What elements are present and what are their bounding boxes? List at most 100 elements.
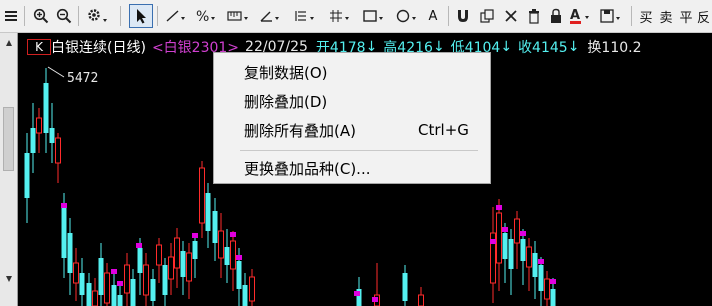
toolbar-separator (631, 6, 632, 26)
candle-body (30, 128, 36, 153)
candle-body (156, 244, 162, 266)
buy-button[interactable]: 买 (637, 4, 655, 28)
candle-body (418, 294, 424, 306)
left-scroll-panel (0, 33, 18, 306)
stock-name: 白银连续(日线) (51, 40, 146, 56)
settings-gear-icon[interactable] (82, 4, 114, 28)
save-icon[interactable] (598, 4, 626, 28)
candle-body (86, 283, 92, 306)
candle-body (168, 256, 174, 280)
reverse-button[interactable]: 反 (697, 4, 712, 28)
candle-body (236, 261, 242, 289)
overlay-marker (490, 239, 496, 244)
turnover-value: 换110.2 (587, 40, 642, 56)
zoom-in-icon[interactable] (30, 4, 52, 28)
grid-tool-icon[interactable] (327, 4, 355, 28)
buy-label: 买 (639, 10, 653, 26)
menu-separator (240, 150, 478, 151)
candle-body (526, 246, 532, 268)
trash-icon[interactable] (523, 4, 545, 28)
svg-text:A: A (570, 8, 580, 23)
parallel-lines-icon[interactable] (292, 4, 320, 28)
reverse-label: 反 (697, 10, 711, 26)
ruler-tool-icon[interactable] (225, 4, 253, 28)
toolbar: % A A 买 卖 平 反 (0, 0, 712, 33)
candle-body (544, 278, 550, 300)
candle-body (104, 272, 110, 304)
menu-item-change-overlay[interactable]: 更换叠加品种(C)... (215, 155, 489, 181)
scroll-thumb[interactable] (3, 107, 14, 171)
svg-text:%: % (196, 9, 209, 24)
close-value: 收4145 (518, 40, 568, 56)
overlay-marker (372, 297, 378, 302)
k-badge[interactable]: K (27, 39, 51, 55)
flat-button[interactable]: 平 (677, 4, 695, 28)
overlay-marker (502, 227, 508, 232)
overlay-marker (192, 233, 198, 238)
scroll-up-arrow-icon[interactable] (0, 37, 18, 49)
menu-item-copy-data[interactable]: 复制数据(O) (215, 59, 489, 85)
candle-body (199, 167, 205, 224)
toolbar-separator (157, 6, 158, 26)
candle-body (230, 240, 236, 270)
lock-icon[interactable] (545, 4, 567, 28)
candle-body (538, 265, 544, 291)
rectangle-tool-icon[interactable] (361, 4, 389, 28)
cursor-arrow-icon[interactable] (129, 4, 153, 28)
delete-x-icon[interactable] (500, 4, 522, 28)
circle-tool-icon[interactable] (394, 4, 422, 28)
candle-body (150, 279, 156, 301)
candle-body (73, 262, 79, 284)
menu-item-delete-all-overlays[interactable]: 删除所有叠加(A) Ctrl+G (215, 117, 489, 143)
toolbar-separator (120, 6, 121, 26)
candle-body (180, 251, 186, 277)
candle-body (192, 241, 198, 259)
candle-body (242, 285, 248, 306)
candle-body (92, 290, 98, 306)
sell-button[interactable]: 卖 (657, 4, 675, 28)
candle-body (402, 273, 408, 301)
zoom-out-icon[interactable] (53, 4, 75, 28)
menu-item-delete-overlay[interactable]: 删除叠加(D) (215, 88, 489, 114)
text-tool-label: A (428, 8, 438, 24)
candle-body (36, 117, 42, 134)
overlay-marker (111, 269, 117, 274)
candle-body (508, 239, 514, 269)
copy-icon[interactable] (476, 4, 498, 28)
line-tool-icon[interactable] (163, 4, 189, 28)
candle-body (143, 264, 149, 296)
high-marker-line (47, 66, 65, 78)
candle-body (61, 208, 67, 258)
candle-body (186, 252, 192, 282)
candle-body (111, 285, 117, 306)
toolbar-separator (78, 6, 79, 26)
flat-label: 平 (679, 10, 693, 26)
candle-body (55, 137, 61, 164)
overlay-marker (117, 281, 123, 286)
candle-body (130, 279, 136, 306)
overlay-marker (61, 203, 67, 208)
menu-item-shortcut: Ctrl+G (418, 121, 469, 139)
font-color-icon[interactable]: A (567, 4, 595, 28)
scroll-down-arrow-icon[interactable] (0, 273, 18, 285)
magnet-icon[interactable] (453, 4, 473, 28)
candle-body (514, 218, 520, 244)
angle-tool-icon[interactable] (257, 4, 285, 28)
candle-body (520, 239, 526, 261)
candle-body (79, 273, 85, 295)
context-menu: 复制数据(O) 删除叠加(D) 删除所有叠加(A) Ctrl+G 更换叠加品种(… (213, 52, 491, 184)
candle-body (496, 212, 502, 264)
high-marker-label: 5472 (67, 71, 99, 86)
overlay-marker (230, 232, 236, 237)
candle-body (550, 289, 556, 306)
overlay-marker (354, 291, 360, 296)
candle-body (502, 233, 508, 259)
text-tool-icon[interactable]: A (424, 4, 442, 28)
close-arrow: ↓ (567, 39, 580, 55)
candle-body (24, 153, 30, 198)
overlay-marker (538, 259, 544, 264)
overlay-marker (520, 231, 526, 236)
bars-menu-icon[interactable] (2, 4, 20, 28)
candle-body (174, 237, 180, 269)
percent-tool-icon[interactable]: % (193, 4, 221, 28)
